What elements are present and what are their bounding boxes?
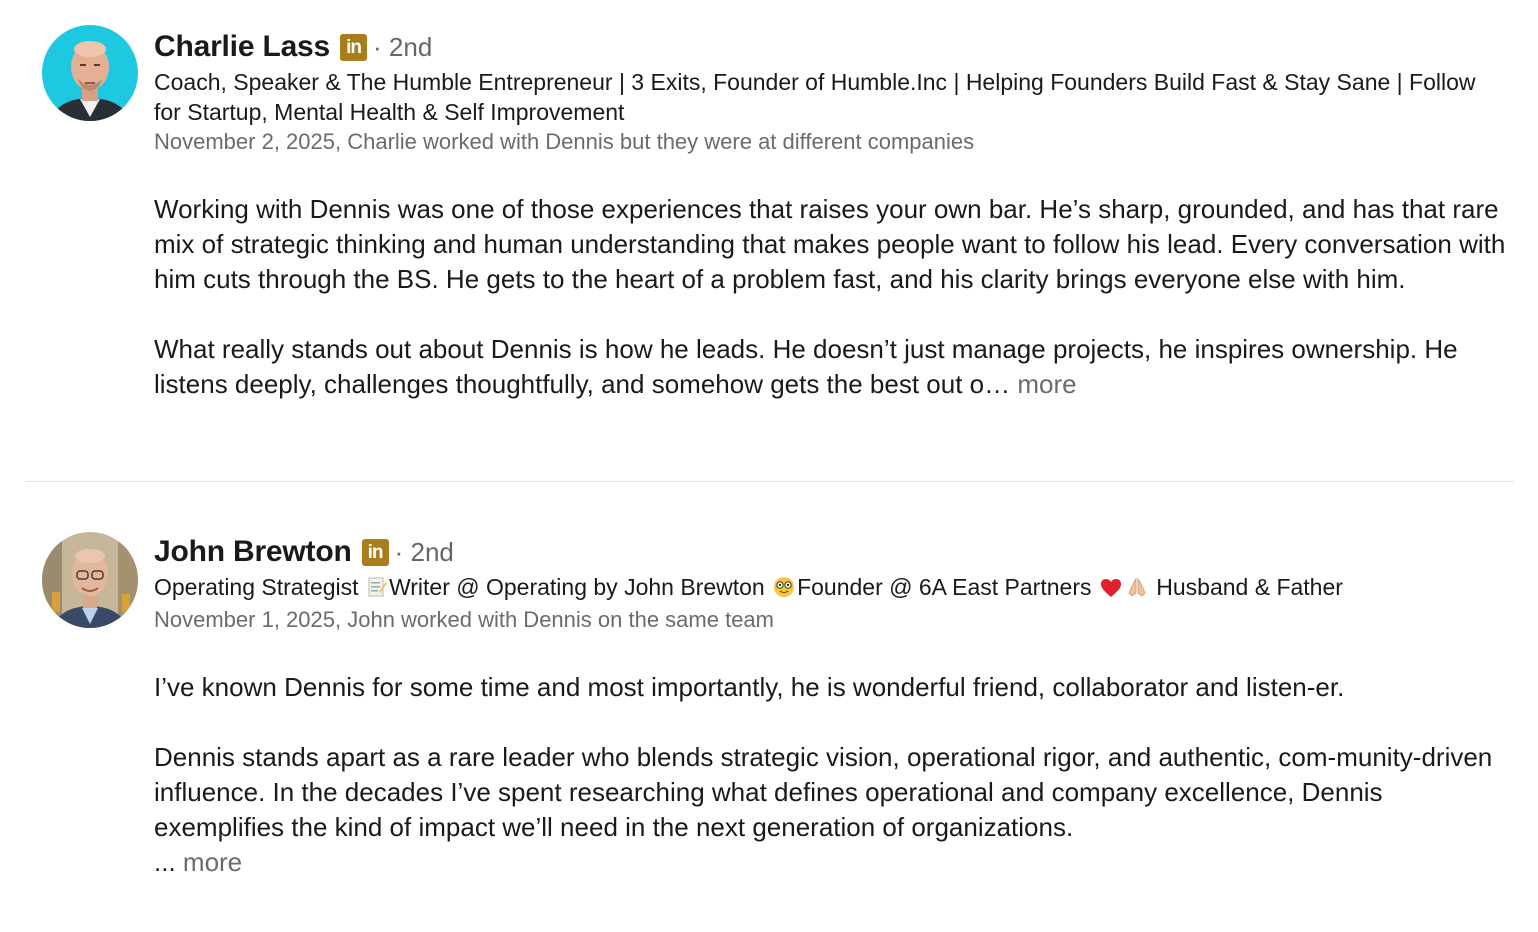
divider [26,481,1514,482]
recommendation-content: John Brewton in · 2nd Operating Strategi… [154,532,1508,880]
see-more-link[interactable]: more [183,847,242,877]
recommendation-content: Charlie Lass in · 2nd Coach, Speaker & T… [154,27,1508,402]
recommendation-text: I’ve known Dennis for some time and most… [154,670,1508,880]
recommendation-paragraph: What really stands out about Dennis is h… [154,332,1508,402]
avatar[interactable] [42,532,138,628]
avatar-image [42,532,138,628]
linkedin-premium-icon: in [361,538,389,566]
recommender-headline: Coach, Speaker & The Humble Entrepreneur… [154,69,1476,125]
avatar-image [42,25,138,121]
recommendation-paragraph: Dennis stands apart as a rare leader who… [154,740,1508,880]
name-row: Charlie Lass in · 2nd [154,27,1508,67]
recommendation-meta: November 2, 2025, Charlie worked with De… [154,129,975,154]
connection-degree: · 2nd [394,536,454,567]
recommendation-text: Working with Dennis was one of those exp… [154,192,1508,402]
connection-degree: · 2nd [373,31,433,62]
linkedin-premium-icon: in [340,33,368,61]
recommendation-meta: November 1, 2025, John worked with Denni… [154,607,774,632]
recommendation-paragraph: Working with Dennis was one of those exp… [154,194,1506,294]
headline-part: Operating Strategist [154,574,365,600]
recommendation-paragraph: I’ve known Dennis for some time and most… [154,672,1345,702]
name-row: John Brewton in · 2nd [154,532,1508,572]
headline-part: Husband & Father [1149,574,1343,600]
avatar[interactable] [42,25,138,121]
red-heart-icon [1100,575,1122,605]
ellipsis: ... [154,847,183,877]
recommender-headline: Operating Strategist Writer @ Operating … [154,572,1508,605]
headline-part: Writer @ Operating by John Brewton [388,574,772,600]
recommendation-paragraph-text: What really stands out about Dennis is h… [154,334,1458,399]
see-more-link[interactable]: more [1017,369,1076,399]
headline-part: Founder @ 6A East Partners [797,574,1098,600]
nerd-face-icon [773,575,795,605]
folded-hands-icon [1126,575,1148,605]
recommendation-paragraph-text: Dennis stands apart as a rare leader who… [154,742,1493,842]
memo-icon [367,575,387,605]
recommender-name[interactable]: John Brewton [154,535,352,569]
recommender-name[interactable]: Charlie Lass [154,30,330,64]
